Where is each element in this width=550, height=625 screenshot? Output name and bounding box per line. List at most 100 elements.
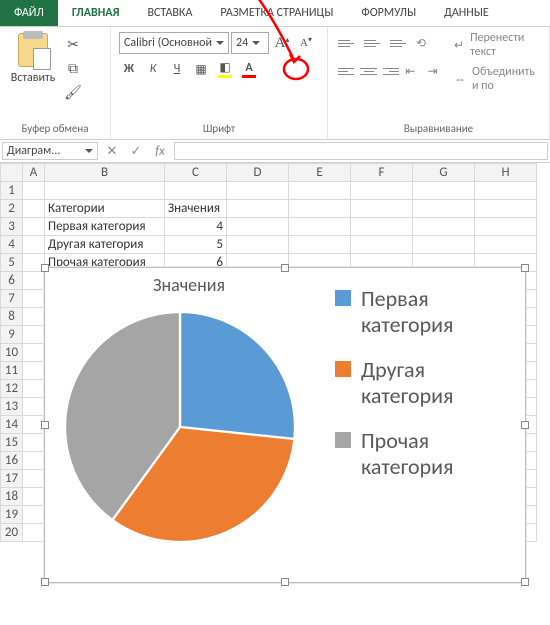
tab-formulas[interactable]: ФОРМУЛЫ: [347, 0, 430, 26]
row-header[interactable]: 12: [1, 380, 23, 398]
pie-slice[interactable]: [180, 312, 295, 439]
resize-handle[interactable]: [281, 578, 289, 586]
row-header[interactable]: 7: [1, 290, 23, 308]
row-header[interactable]: 1: [1, 182, 23, 200]
bold-button[interactable]: Ж: [119, 59, 139, 79]
borders-button[interactable]: ▦: [191, 59, 211, 79]
group-label-clipboard: Буфер обмена: [0, 120, 110, 139]
row-header[interactable]: 8: [1, 308, 23, 326]
insert-function-button[interactable]: fx: [148, 140, 172, 162]
cell[interactable]: Первая категория: [45, 218, 165, 236]
merge-label: Объединить и по: [472, 65, 541, 93]
chart-title[interactable]: Значения: [45, 274, 333, 296]
grow-font-button[interactable]: A▴: [271, 31, 293, 55]
row-header[interactable]: 11: [1, 362, 23, 380]
cut-button[interactable]: ✂: [64, 35, 82, 53]
name-box[interactable]: Диаграм...: [2, 142, 98, 160]
cell[interactable]: Другая категория: [45, 236, 165, 254]
legend-label: Первая категория: [361, 286, 515, 339]
font-name-combo[interactable]: Calibri (Основной: [119, 32, 229, 54]
col-header[interactable]: B: [45, 164, 165, 182]
font-size-combo[interactable]: 24: [231, 32, 269, 54]
increase-indent-button[interactable]: ⇥: [426, 59, 446, 83]
cell[interactable]: 5: [165, 236, 227, 254]
col-header[interactable]: H: [475, 164, 537, 182]
resize-handle[interactable]: [41, 578, 49, 586]
paste-button[interactable]: Вставить: [8, 31, 58, 87]
legend-item[interactable]: Прочая категория: [335, 428, 515, 481]
underline-button[interactable]: Ч: [167, 59, 187, 79]
col-header[interactable]: C: [165, 164, 227, 182]
align-right-button[interactable]: [381, 59, 401, 83]
cell[interactable]: Категории: [45, 200, 165, 218]
legend-item[interactable]: Другая категория: [335, 357, 515, 410]
tab-insert[interactable]: ВСТАВКА: [133, 0, 206, 26]
orientation-button[interactable]: ⟲: [414, 31, 438, 55]
row-header[interactable]: 9: [1, 326, 23, 344]
formula-input[interactable]: [174, 142, 548, 160]
col-header[interactable]: E: [289, 164, 351, 182]
row-header[interactable]: 17: [1, 470, 23, 488]
row-header[interactable]: 6: [1, 272, 23, 290]
resize-handle[interactable]: [521, 578, 529, 586]
select-all-corner[interactable]: [1, 164, 23, 182]
resize-handle[interactable]: [41, 264, 49, 272]
resize-handle[interactable]: [281, 264, 289, 272]
row-header[interactable]: 16: [1, 452, 23, 470]
pie-chart[interactable]: [65, 312, 295, 542]
col-header[interactable]: D: [227, 164, 289, 182]
shrink-font-button[interactable]: A▾: [295, 31, 317, 55]
resize-handle[interactable]: [521, 421, 529, 429]
align-bottom-button[interactable]: [388, 31, 412, 55]
cancel-formula-button[interactable]: ✕: [100, 140, 124, 162]
row-header[interactable]: 2: [1, 200, 23, 218]
group-label-alignment: Выравнивание: [328, 120, 549, 139]
col-header[interactable]: G: [413, 164, 475, 182]
ribbon-tabs: ФАЙЛ ГЛАВНАЯ ВСТАВКА РАЗМЕТКА СТРАНИЦЫ Ф…: [0, 0, 550, 27]
tab-home[interactable]: ГЛАВНАЯ: [58, 0, 134, 26]
orientation-icon: ⟲: [416, 36, 436, 51]
font-color-button[interactable]: A: [239, 59, 259, 79]
name-box-value: Диаграм...: [7, 144, 60, 158]
ribbon: Вставить ✂ ⧉ 🖌 Буфер обмена Calibri (Осн…: [0, 27, 550, 140]
row-header[interactable]: 19: [1, 506, 23, 524]
tab-page-layout[interactable]: РАЗМЕТКА СТРАНИЦЫ: [206, 0, 347, 26]
legend-label: Другая категория: [361, 357, 515, 410]
align-top-button[interactable]: [336, 31, 360, 55]
paste-label: Вставить: [11, 71, 56, 85]
resize-handle[interactable]: [521, 264, 529, 272]
row-header[interactable]: 15: [1, 434, 23, 452]
legend-item[interactable]: Первая категория: [335, 286, 515, 339]
format-painter-button[interactable]: 🖌: [64, 83, 82, 101]
chart-legend[interactable]: Первая категория Другая категория Прочая…: [335, 286, 515, 480]
copy-button[interactable]: ⧉: [64, 59, 82, 77]
col-header[interactable]: A: [23, 164, 45, 182]
row-header[interactable]: 20: [1, 524, 23, 542]
italic-button[interactable]: К: [143, 59, 163, 79]
row-header[interactable]: 18: [1, 488, 23, 506]
row-header[interactable]: 3: [1, 218, 23, 236]
row-header[interactable]: 10: [1, 344, 23, 362]
align-center-button[interactable]: [358, 59, 378, 83]
tab-data[interactable]: ДАННЫЕ: [430, 0, 503, 26]
align-left-button[interactable]: [336, 59, 356, 83]
merge-center-button[interactable]: ⇔ Объединить и по: [454, 65, 541, 93]
enter-formula-button[interactable]: ✓: [124, 140, 148, 162]
cell[interactable]: 4: [165, 218, 227, 236]
row-header[interactable]: 5: [1, 254, 23, 272]
row-header[interactable]: 14: [1, 416, 23, 434]
fill-color-button[interactable]: ◧: [215, 59, 235, 79]
wrap-text-button[interactable]: ↵ Перенести текст: [454, 31, 541, 59]
align-middle-button[interactable]: [362, 31, 386, 55]
merge-icon: ⇔: [454, 72, 466, 87]
tab-file[interactable]: ФАЙЛ: [0, 0, 58, 26]
paste-icon: [18, 33, 48, 67]
cell[interactable]: Значения: [165, 200, 227, 218]
col-header[interactable]: F: [351, 164, 413, 182]
chart-object[interactable]: Значения Первая категория Другая категор…: [44, 267, 526, 583]
resize-handle[interactable]: [41, 421, 49, 429]
decrease-indent-button[interactable]: ⇤: [403, 59, 423, 83]
row-header[interactable]: 4: [1, 236, 23, 254]
wrap-text-label: Перенести текст: [470, 31, 541, 59]
row-header[interactable]: 13: [1, 398, 23, 416]
